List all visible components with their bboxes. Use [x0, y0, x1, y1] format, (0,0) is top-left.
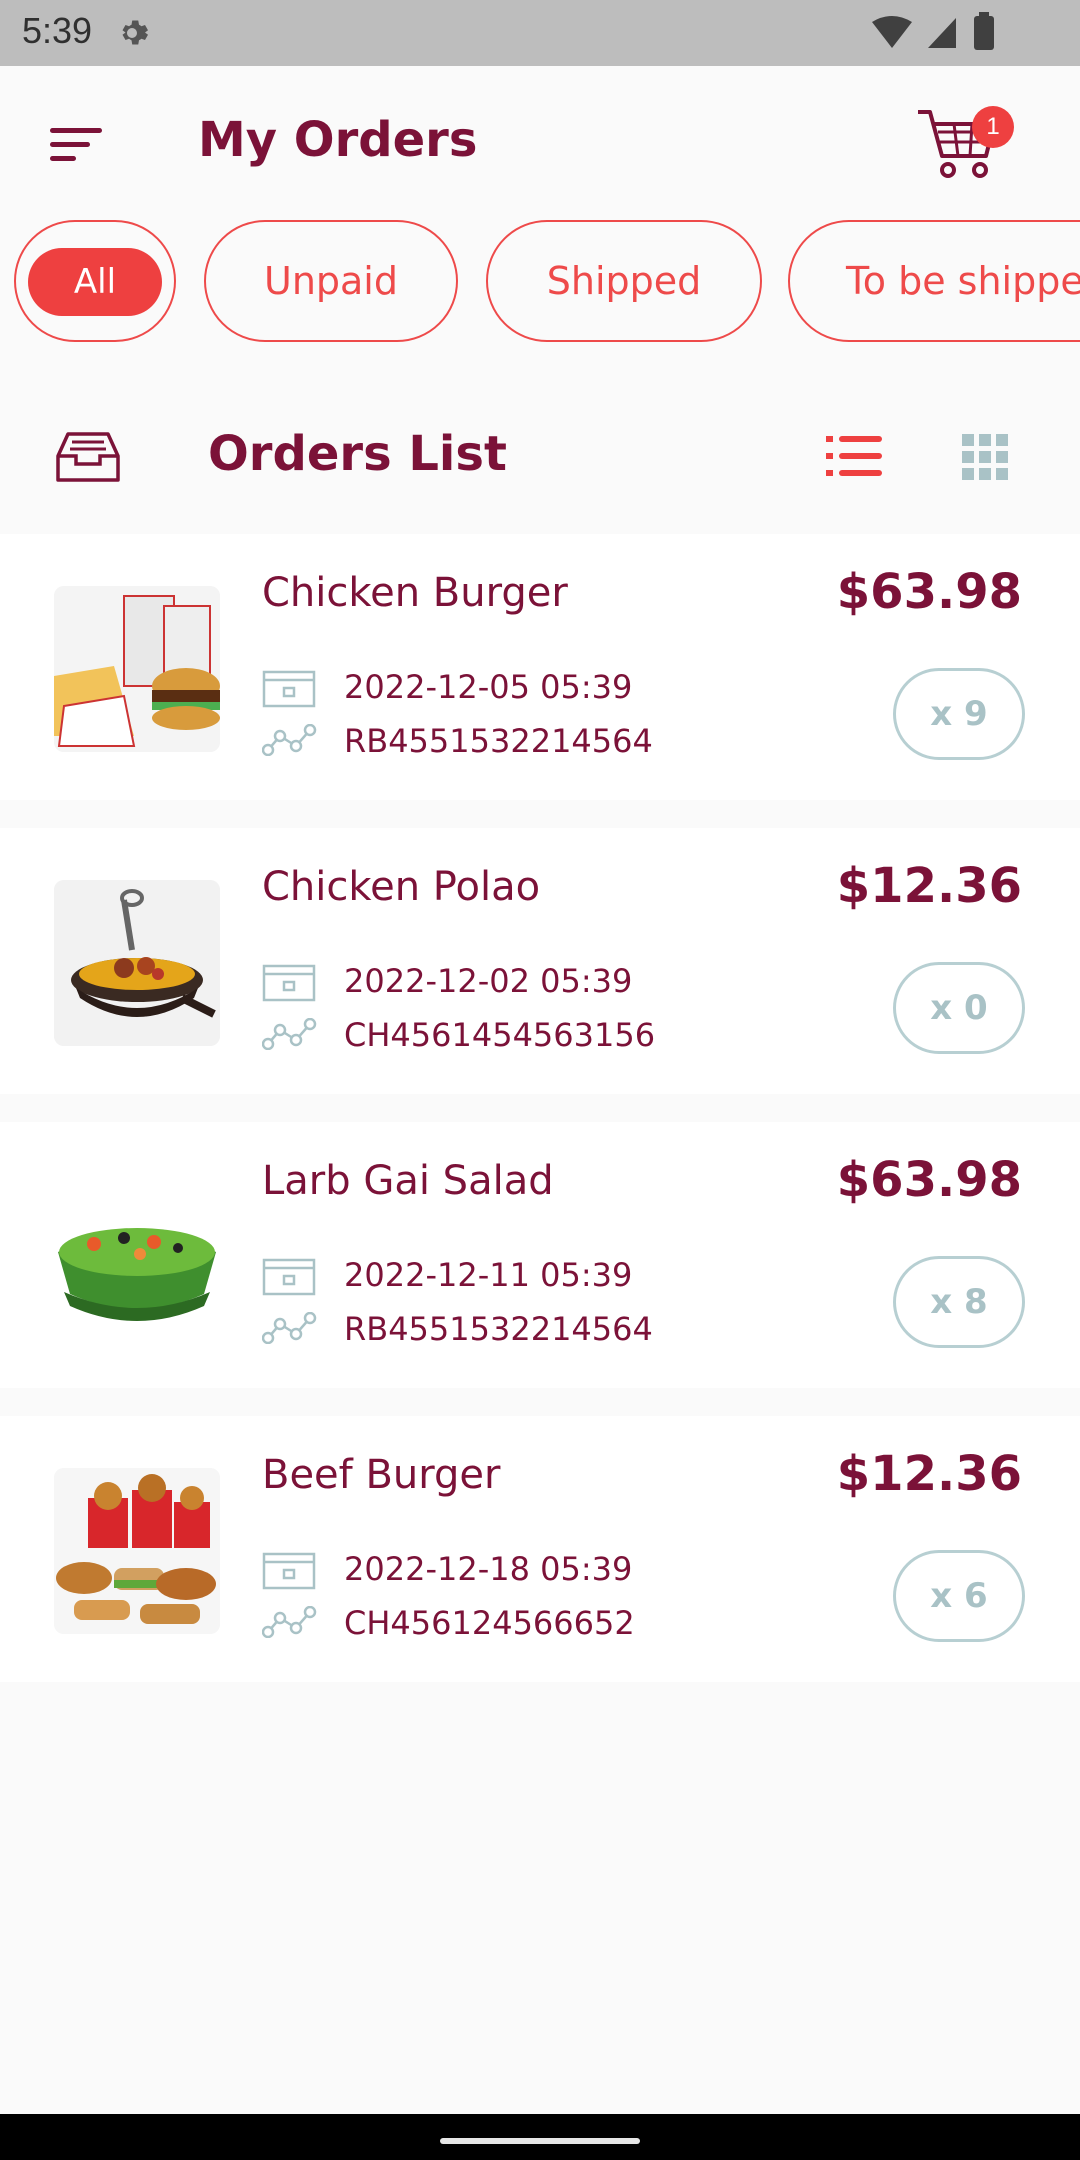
- tab-to-be-shipped[interactable]: To be shipped: [788, 220, 1080, 342]
- orders-list-header: Orders List: [0, 400, 1080, 512]
- status-bar: 5:39: [0, 0, 1080, 66]
- order-code: RB4551532214564: [344, 1310, 653, 1348]
- order-card[interactable]: Chicken Polao $12.36 2022-12-02 05:39 CH…: [0, 828, 1080, 1094]
- order-filter-tabs: All Unpaid Shipped To be shipped: [0, 220, 1080, 346]
- tracking-icon: [262, 1312, 317, 1344]
- order-item-name: Chicken Polao: [262, 864, 541, 910]
- order-thumbnail: [54, 1174, 220, 1340]
- order-card[interactable]: Chicken Burger $63.98 2022-12-05 05:39 R…: [0, 534, 1080, 800]
- app-header: My Orders 1: [0, 66, 1080, 216]
- order-date: 2022-12-18 05:39: [344, 1550, 633, 1588]
- order-price: $12.36: [836, 858, 1022, 914]
- grid-view-icon[interactable]: [962, 434, 1008, 480]
- order-code: CH4561454563156: [344, 1016, 656, 1054]
- order-thumbnail: [54, 880, 220, 1046]
- order-item-name: Chicken Burger: [262, 570, 568, 616]
- order-price: $63.98: [836, 1152, 1022, 1208]
- tracking-icon: [262, 724, 317, 756]
- calendar-icon: [262, 1552, 316, 1590]
- inbox-icon: [56, 432, 120, 482]
- wifi-icon: [872, 16, 912, 48]
- order-quantity-badge: x 9: [893, 668, 1025, 760]
- home-gesture-handle[interactable]: [440, 2138, 640, 2144]
- order-date: 2022-12-11 05:39: [344, 1256, 633, 1294]
- order-date: 2022-12-02 05:39: [344, 962, 633, 1000]
- orders-list-title: Orders List: [208, 426, 507, 482]
- salad-bowl-image: [54, 1174, 220, 1340]
- page-title: My Orders: [198, 112, 478, 168]
- calendar-icon: [262, 964, 316, 1002]
- settings-gear-icon: [122, 20, 148, 45]
- signal-battery-icons: [872, 12, 994, 50]
- order-code: CH456124566652: [344, 1604, 635, 1642]
- order-date: 2022-12-05 05:39: [344, 668, 633, 706]
- tab-all[interactable]: All: [14, 220, 176, 342]
- burger-meal-image: [54, 586, 220, 752]
- cart-count-badge: 1: [972, 106, 1014, 148]
- menu-icon[interactable]: [50, 124, 104, 164]
- battery-icon: [974, 16, 994, 50]
- fried-chicken-meal-image: [54, 1468, 220, 1634]
- tab-unpaid[interactable]: Unpaid: [204, 220, 458, 342]
- order-quantity-badge: x 0: [893, 962, 1025, 1054]
- order-quantity-badge: x 8: [893, 1256, 1025, 1348]
- order-price: $63.98: [836, 564, 1022, 620]
- order-card[interactable]: Larb Gai Salad $63.98 2022-12-11 05:39 R…: [0, 1122, 1080, 1388]
- order-code: RB4551532214564: [344, 722, 653, 760]
- order-price: $12.36: [836, 1446, 1022, 1502]
- order-item-name: Beef Burger: [262, 1452, 501, 1498]
- tracking-icon: [262, 1606, 317, 1638]
- order-quantity-badge: x 6: [893, 1550, 1025, 1642]
- list-view-icon[interactable]: [826, 434, 882, 478]
- calendar-icon: [262, 1258, 316, 1296]
- order-card[interactable]: Beef Burger $12.36 2022-12-18 05:39 CH45…: [0, 1416, 1080, 1682]
- order-item-name: Larb Gai Salad: [262, 1158, 554, 1204]
- tab-all-label: All: [28, 248, 162, 316]
- cell-signal-icon: [928, 18, 956, 48]
- system-navigation-bar: [0, 2114, 1080, 2160]
- tracking-icon: [262, 1018, 317, 1050]
- rice-pan-image: [54, 880, 220, 1046]
- status-time: 5:39: [22, 10, 93, 51]
- calendar-icon: [262, 670, 316, 708]
- order-thumbnail: [54, 1468, 220, 1634]
- order-thumbnail: [54, 586, 220, 752]
- tab-shipped[interactable]: Shipped: [486, 220, 762, 342]
